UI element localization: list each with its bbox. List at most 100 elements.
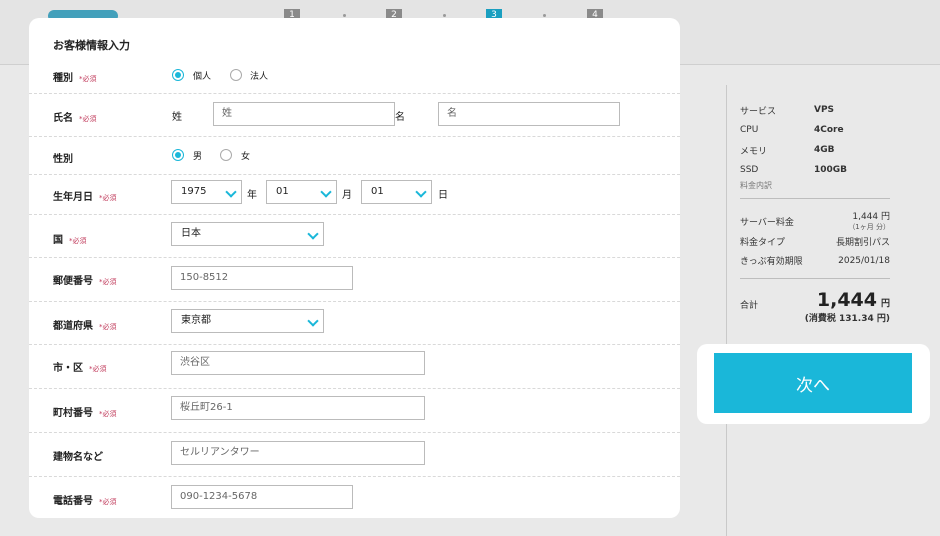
type-option-corporate: 法人: [250, 72, 269, 82]
last-name-label: 姓: [172, 112, 182, 123]
next-button[interactable]: 次へ: [714, 353, 912, 413]
country-label: 国 *必須: [53, 231, 87, 246]
required-mark: *必須: [99, 323, 117, 331]
step-separator: [543, 14, 546, 17]
form-row-postal: 郵便番号 *必須 150-8512: [29, 257, 680, 302]
birth-month-value: 01: [276, 186, 289, 197]
required-mark: *必須: [99, 278, 117, 286]
type-radio-corporate[interactable]: [230, 69, 242, 81]
gender-radio-male[interactable]: [172, 149, 184, 161]
required-mark: *必須: [89, 365, 107, 373]
customer-info-modal: お客様情報入力 種別 *必須 個人 法人 氏名 *必須 姓 姓 名 名 性別 男 女…: [29, 18, 680, 518]
fee-type-row: 料金タイプ 長期割引パス: [740, 232, 890, 251]
type-radio-individual[interactable]: [172, 69, 184, 81]
chevron-down-icon: [320, 186, 332, 198]
ticket-value: 2025/01/18: [838, 255, 890, 266]
prefecture-select[interactable]: 東京都: [171, 309, 324, 333]
server-fee-label: サーバー料金: [740, 218, 794, 228]
first-name-label: 名: [395, 112, 405, 123]
postal-label-text: 郵便番号: [53, 276, 93, 287]
form-row-country: 国 *必須 日本: [29, 214, 680, 258]
server-fee-row: サーバー料金 1,444 円 （1ヶ月 分）: [740, 203, 890, 232]
breakdown-label: 料金内訳: [740, 181, 772, 190]
town-address-input[interactable]: 桜丘町26-1: [171, 396, 425, 420]
total-row: 合計 1,444 円 (消費税 131.34 円): [740, 283, 890, 324]
summary-value: 4GB: [814, 145, 835, 155]
form-row-phone: 電話番号 *必須 090-1234-5678: [29, 476, 680, 518]
summary-key: CPU: [740, 125, 759, 135]
country-value: 日本: [181, 228, 201, 239]
ticket-row: きっぷ有効期限 2025/01/18: [740, 251, 890, 270]
fee-type-label: 料金タイプ: [740, 238, 786, 248]
building-label: 建物名など: [53, 452, 103, 463]
summary-key: SSD: [740, 165, 759, 175]
server-fee-value-group: 1,444 円 （1ヶ月 分）: [848, 209, 890, 232]
summary-row-memory: メモリ 4GB: [740, 140, 890, 160]
required-mark: *必須: [79, 115, 97, 123]
step-separator: [443, 14, 446, 17]
prefecture-label: 都道府県 *必須: [53, 317, 117, 332]
country-select[interactable]: 日本: [171, 222, 324, 246]
birth-year-value: 1975: [181, 186, 207, 197]
summary-divider: [740, 198, 890, 199]
form-row-building: 建物名など セルリアンタワー: [29, 432, 680, 477]
summary-row-service: サービス VPS: [740, 100, 890, 120]
day-unit: 日: [438, 190, 448, 201]
total-amount: 1,444: [816, 289, 877, 311]
country-label-text: 国: [53, 235, 63, 246]
gender-option-male: 男: [193, 152, 203, 162]
prefecture-label-text: 都道府県: [53, 321, 93, 332]
phone-label: 電話番号 *必須: [53, 492, 117, 507]
phone-input[interactable]: 090-1234-5678: [171, 485, 353, 509]
required-mark: *必須: [99, 498, 117, 506]
postal-label: 郵便番号 *必須: [53, 272, 117, 287]
ticket-label: きっぷ有効期限: [740, 257, 803, 267]
required-mark: *必須: [99, 194, 117, 202]
name-label: 氏名 *必須: [53, 109, 97, 124]
birth-month-select[interactable]: 01: [266, 180, 337, 204]
gender-radio-female[interactable]: [220, 149, 232, 161]
type-label: 種別 *必須: [53, 69, 97, 84]
year-unit: 年: [247, 190, 257, 201]
chevron-down-icon: [307, 315, 319, 327]
required-mark: *必須: [69, 237, 87, 245]
summary-row-ssd: SSD 100GB: [740, 160, 890, 180]
form-row-prefecture: 都道府県 *必須 東京都: [29, 301, 680, 345]
postal-code-input[interactable]: 150-8512: [171, 266, 353, 290]
step-separator: [343, 14, 346, 17]
city-input[interactable]: 渋谷区: [171, 351, 425, 375]
last-name-input[interactable]: 姓: [213, 102, 395, 126]
prefecture-value: 東京都: [181, 315, 211, 326]
birthdate-label: 生年月日 *必須: [53, 188, 117, 203]
chevron-down-icon: [415, 186, 427, 198]
town-label-text: 町村番号: [53, 408, 93, 419]
fee-type-value: 長期割引パス: [835, 238, 890, 248]
summary-value: 4Core: [814, 125, 844, 135]
form-row-town: 町村番号 *必須 桜丘町26-1: [29, 388, 680, 433]
month-unit: 月: [342, 190, 352, 201]
building-input[interactable]: セルリアンタワー: [171, 441, 425, 465]
total-value-group: 1,444 円 (消費税 131.34 円): [805, 289, 890, 324]
total-label: 合計: [740, 301, 759, 311]
birth-year-select[interactable]: 1975: [171, 180, 242, 204]
town-label: 町村番号 *必須: [53, 404, 117, 419]
chevron-down-icon: [225, 186, 237, 198]
birth-day-select[interactable]: 01: [361, 180, 432, 204]
content-divider: [726, 85, 727, 536]
chevron-down-icon: [307, 228, 319, 240]
modal-title: お客様情報入力: [53, 39, 130, 52]
form-row-birthdate: 生年月日 *必須 1975 年 01 月 01 日: [29, 174, 680, 215]
gender-option-female: 女: [241, 152, 251, 162]
gender-label: 性別: [53, 154, 73, 165]
server-fee-value: 1,444 円: [852, 212, 890, 222]
summary-key: サービス: [740, 106, 777, 117]
summary-value: 100GB: [814, 165, 848, 175]
required-mark: *必須: [99, 410, 117, 418]
form-row-type: 種別 *必須 個人 法人: [29, 56, 680, 94]
birthdate-label-text: 生年月日: [53, 192, 93, 203]
summary-divider: [740, 278, 890, 279]
type-option-individual: 個人: [193, 72, 212, 82]
form-row-city: 市・区 *必須 渋谷区: [29, 344, 680, 389]
first-name-input[interactable]: 名: [438, 102, 620, 126]
phone-label-text: 電話番号: [53, 496, 93, 507]
